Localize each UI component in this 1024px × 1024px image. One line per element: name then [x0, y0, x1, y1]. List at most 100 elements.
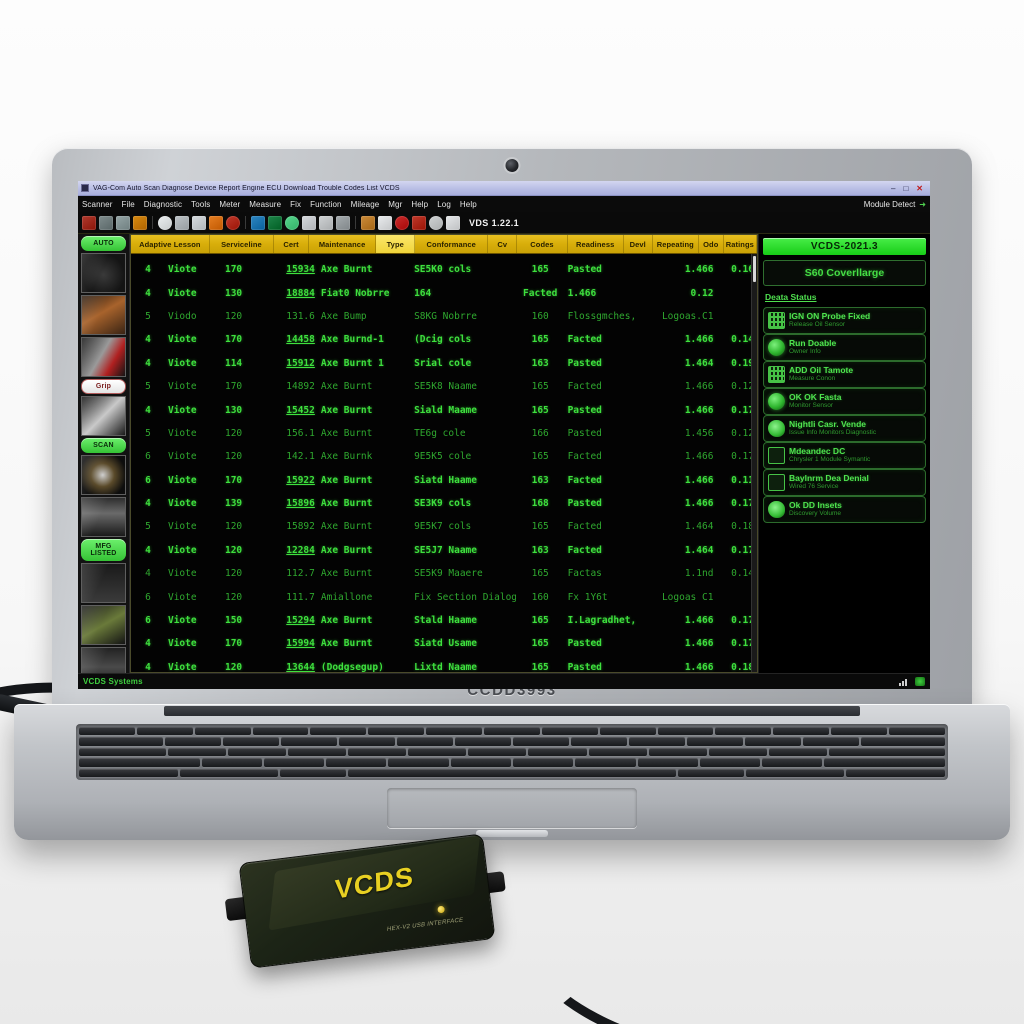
grid-column-header-serviceline[interactable]: Serviceline: [210, 235, 275, 253]
menu-item-diagnostic[interactable]: Diagnostic: [144, 200, 182, 209]
keyboard-key[interactable]: [687, 737, 743, 746]
table-row[interactable]: 6 Viote 120 111.7 Amiallone Fix Section Dialo…: [131, 585, 757, 608]
rail-thumb-wheel[interactable]: [81, 455, 126, 495]
record-icon[interactable]: [158, 215, 172, 230]
keyboard-key[interactable]: [846, 768, 945, 778]
grid-column-header-conformance[interactable]: Conformance: [415, 235, 489, 253]
keyboard-key[interactable]: [388, 758, 449, 767]
keyboard-key[interactable]: [745, 768, 845, 778]
keyboard-key[interactable]: [715, 727, 772, 736]
toolbar[interactable]: VDS 1.22.1: [78, 212, 930, 234]
rail-chip-grip[interactable]: Grip: [81, 379, 126, 394]
rail-thumb-adapter[interactable]: [81, 605, 126, 645]
grid-header-row[interactable]: Adaptive Lesson Serviceline Cert Maintenanc…: [131, 235, 757, 254]
keyboard-key[interactable]: [281, 737, 337, 746]
table-row[interactable]: 4 Viote 170 15994 Axe Burnt Siatd Usame 165 Pas…: [131, 632, 757, 655]
keyboard-key[interactable]: [828, 747, 945, 757]
keyboard-key[interactable]: [708, 747, 767, 757]
keyboard-key[interactable]: [339, 737, 395, 746]
keyboard-key[interactable]: [136, 727, 193, 736]
left-icon-rail[interactable]: AUTO Grip SCAN MFG LISTED: [78, 234, 130, 673]
keyboard-key[interactable]: [168, 747, 227, 757]
keyboard-key[interactable]: [599, 727, 656, 736]
keyboard-key[interactable]: [252, 727, 309, 736]
menu-item-scanner[interactable]: Scanner: [82, 200, 113, 209]
folder-icon[interactable]: [192, 215, 206, 230]
grid-column-header-type[interactable]: Type: [376, 235, 416, 253]
menu-item-meter[interactable]: Meter: [219, 200, 240, 209]
grid-column-header-ratings[interactable]: Ratings: [724, 235, 757, 253]
keyboard-key[interactable]: [513, 737, 569, 746]
monitor-icon[interactable]: [175, 215, 189, 230]
keyboard-key[interactable]: [79, 727, 135, 736]
table-row[interactable]: 4 Viote 114 15912 Axe Burnt 1 Srial cole 163 Pa…: [131, 352, 757, 375]
keyboard-key[interactable]: [824, 758, 945, 767]
tool-icon[interactable]: [336, 215, 350, 230]
keyboard-key[interactable]: [79, 768, 178, 778]
rail-thumb-workbench[interactable]: [81, 295, 126, 335]
keyboard-key[interactable]: [803, 737, 859, 746]
keyboard-key[interactable]: [699, 758, 761, 767]
image-icon[interactable]: [361, 215, 375, 230]
status-card[interactable]: Nightli Casr. Vende Issue Info Monitors D…: [763, 415, 926, 442]
keyboard-key[interactable]: [326, 758, 387, 767]
document-icon[interactable]: [302, 215, 316, 230]
table-row[interactable]: 6 Viote 150 15294 Axe Burnt Stald Haame 165 I.L…: [131, 609, 757, 632]
menu-item-help[interactable]: Help: [411, 200, 428, 209]
keyboard-key[interactable]: [637, 758, 698, 767]
menu-item-measure[interactable]: Measure: [249, 200, 281, 209]
keyboard-key[interactable]: [228, 747, 287, 757]
chart-icon[interactable]: [251, 215, 265, 230]
keyboard-key[interactable]: [762, 758, 823, 767]
stop-icon[interactable]: [395, 215, 409, 230]
menu-item-mileage[interactable]: Mileage: [351, 200, 380, 209]
keyboard-key[interactable]: [831, 727, 888, 736]
trackpad[interactable]: [387, 788, 637, 828]
printer-icon[interactable]: [116, 215, 130, 230]
page-icon[interactable]: [378, 215, 392, 230]
keyboard-key[interactable]: [889, 727, 945, 736]
keyboard-key[interactable]: [575, 758, 636, 767]
status-card[interactable]: Mdeandec DC Chrysler 1 Module Symantic: [763, 442, 926, 469]
rail-thumb-wrench[interactable]: [81, 396, 126, 436]
keyboard-key[interactable]: [179, 768, 279, 778]
grid-column-header-maintenance[interactable]: Maintenance: [309, 235, 377, 253]
keyboard-key[interactable]: [450, 758, 511, 767]
grid-column-header-repeating[interactable]: Repeating: [653, 235, 699, 253]
logo-icon[interactable]: [82, 215, 96, 230]
menu-item-tools[interactable]: Tools: [191, 200, 210, 209]
keyboard-key[interactable]: [541, 727, 598, 736]
rail-thumb-engine-bay[interactable]: [81, 253, 126, 293]
keyboard-key[interactable]: [468, 747, 527, 757]
table-row[interactable]: 5 Viote 170 14892 Axe Burnt SE5K8 Naame 165 Fac…: [131, 375, 757, 398]
table-row[interactable]: 4 Viote 120 112.7 Axe Burnt SE5K9 Maaere 165 Fa…: [131, 562, 757, 585]
table-row[interactable]: 6 Viote 120 142.1 Axe Burnk 9E5K5 cole 165 Fact…: [131, 445, 757, 468]
table-row[interactable]: 4 Viote 170 14458 Axe Burnd-1 (Dcig cols 165 Fa…: [131, 328, 757, 351]
grid-column-header-readiness[interactable]: Readiness: [568, 235, 624, 253]
grid-column-header-codes[interactable]: Codes: [517, 235, 568, 253]
table-row[interactable]: 6 Viote 170 15922 Axe Burnt Siatd Haame 163 Fac…: [131, 469, 757, 492]
wrench-icon[interactable]: [319, 215, 333, 230]
keyboard-key[interactable]: [629, 737, 685, 746]
data-grid[interactable]: Adaptive Lesson Serviceline Cert Maintenanc…: [130, 234, 758, 673]
keyboard-key[interactable]: [263, 758, 325, 767]
table-row[interactable]: 4 Viote 130 18884 Fiat0 Nobrre 164 Facted 1.466…: [131, 281, 757, 304]
settings-gear-icon[interactable]: [209, 215, 223, 230]
keyboard-key[interactable]: [280, 768, 346, 778]
keyboard-key[interactable]: [79, 747, 167, 757]
keyboard-key[interactable]: [588, 747, 647, 757]
keyboard-key[interactable]: [223, 737, 279, 746]
grid-rows[interactable]: 4 Viote 170 15934 Axe Burnt SE5K0 cols 165 Past…: [131, 258, 757, 672]
table-row[interactable]: 5 Viodo 120 131.6 Axe Bump S8KG Nobrre 160 Flos…: [131, 305, 757, 328]
refresh-icon[interactable]: [429, 215, 443, 230]
table-row[interactable]: 4 Viote 130 15452 Axe Burnt Siald Maame 165 Pas…: [131, 398, 757, 421]
keyboard-key[interactable]: [348, 747, 407, 757]
scrollbar-thumb[interactable]: [753, 256, 756, 282]
keyboard-key[interactable]: [201, 758, 262, 767]
menu-item-module-detect[interactable]: Module Detect ➜: [864, 200, 926, 209]
minimize-button[interactable]: –: [891, 184, 895, 193]
rail-chip-scan[interactable]: SCAN: [81, 438, 126, 453]
grid-column-header-adaptive-lesson[interactable]: Adaptive Lesson: [131, 235, 210, 253]
keyboard-key[interactable]: [397, 737, 453, 746]
status-card[interactable]: Run Doable Owner Info: [763, 334, 926, 361]
